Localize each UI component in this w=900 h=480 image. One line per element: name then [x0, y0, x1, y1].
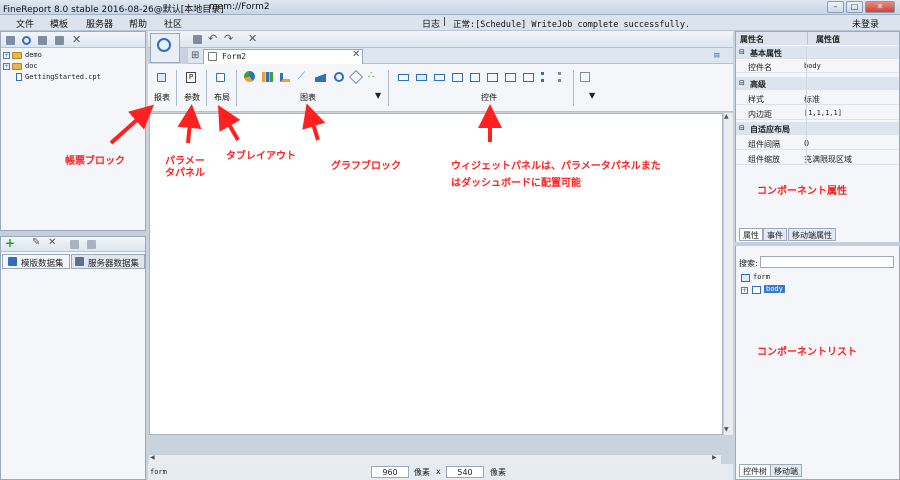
annotation-tab-layout: タブレイアウト	[226, 151, 296, 162]
annotation-chart-block: グラフブロック	[331, 161, 401, 172]
arrow-report	[109, 104, 154, 145]
annotation-arrows	[109, 103, 502, 145]
arrow-param	[177, 104, 202, 144]
arrow-layout	[218, 105, 241, 141]
arrow-chart	[302, 103, 326, 141]
annotation-component-props: コンポーネント属性	[757, 186, 847, 197]
annotation-component-list: コンポーネントリスト	[757, 347, 857, 358]
annotation-report-block: 帳票ブロック	[65, 156, 125, 167]
annotation-param-panel-2: タパネル	[165, 168, 205, 179]
annotation-widget-panel-1: ウィジェットパネルは、パラメータパネルまた	[451, 161, 661, 172]
annotation-widget-panel-2: はダッシュボードに配置可能	[451, 178, 581, 189]
